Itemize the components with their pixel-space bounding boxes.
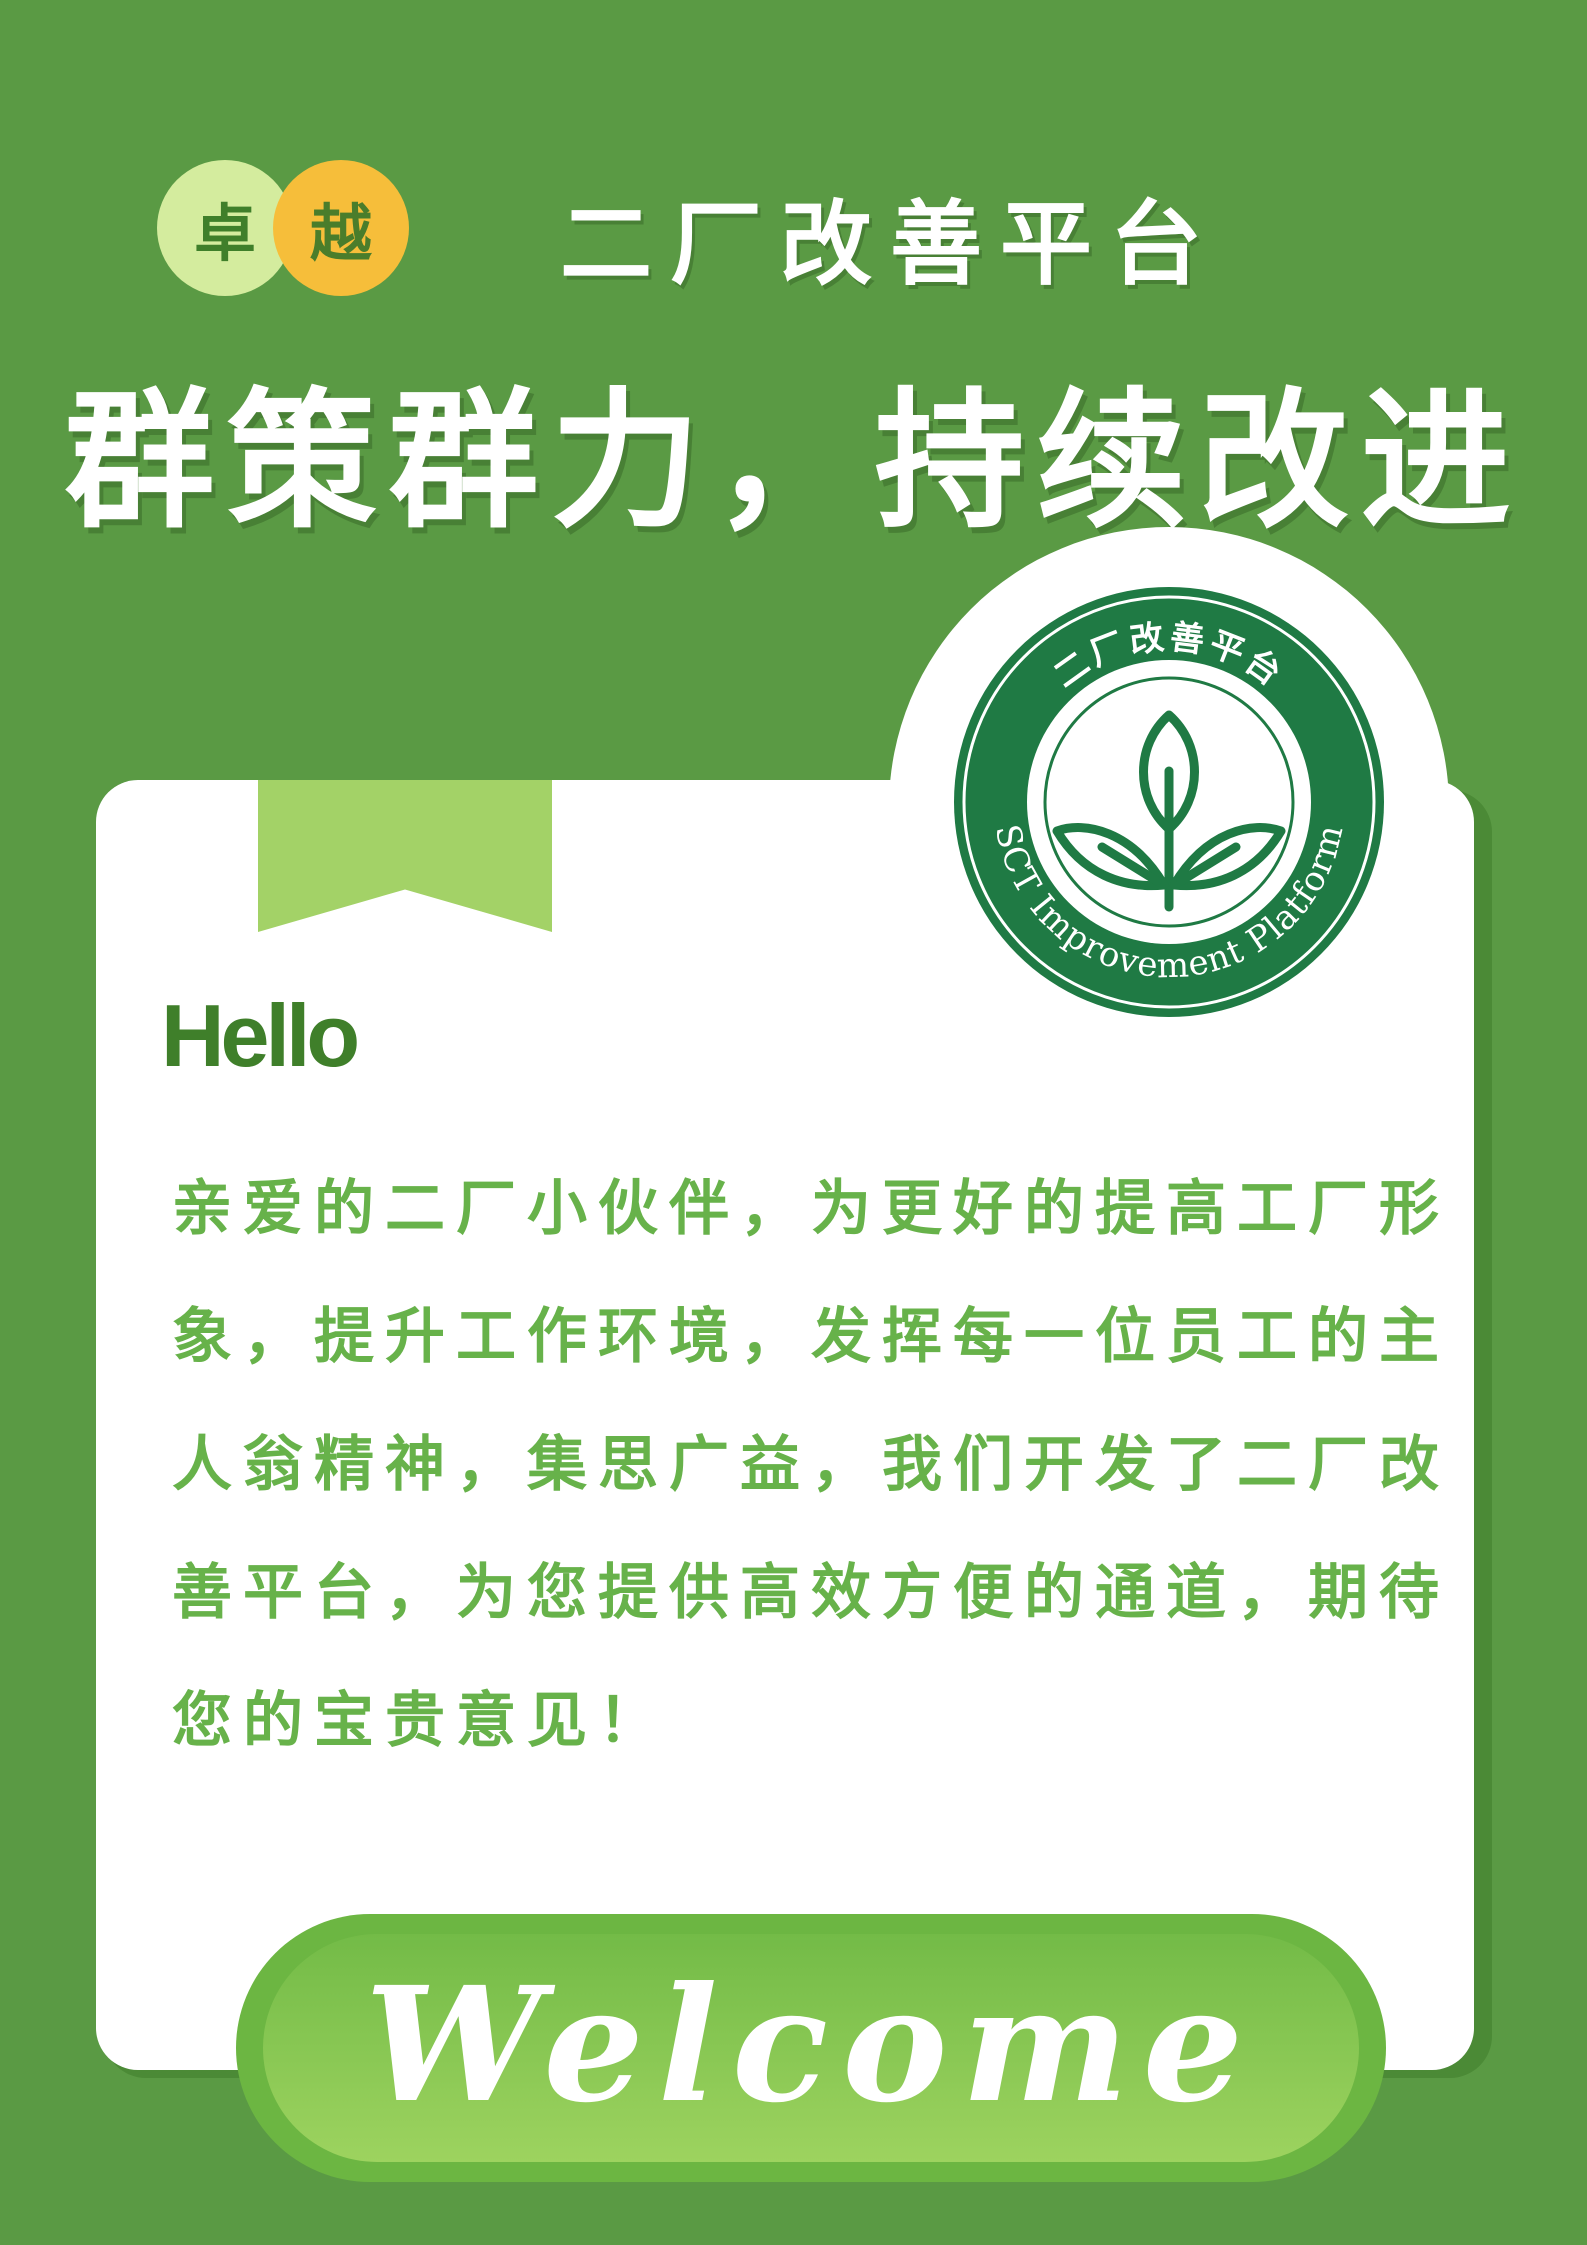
platform-logo: 二厂改善平台 SCT Improvement Platform	[954, 587, 1384, 1017]
welcome-text: Welcome	[364, 1952, 1258, 2138]
slogan: 群策群力，持续改进	[64, 375, 1523, 549]
badge-yue: 越	[273, 160, 409, 296]
message-text: 亲爱的二厂小伙伴，为更好的提高工厂形象，提升工作环境，发挥每一位员工的主人翁精神…	[172, 1174, 1450, 1756]
greeting-hello: Hello	[161, 986, 360, 1085]
platform-title: 二厂改善平台	[560, 191, 1221, 298]
poster: 卓 越 二厂改善平台 群策群力，持续改进 二厂改善平台 SCT Improvem…	[0, 0, 1587, 2245]
